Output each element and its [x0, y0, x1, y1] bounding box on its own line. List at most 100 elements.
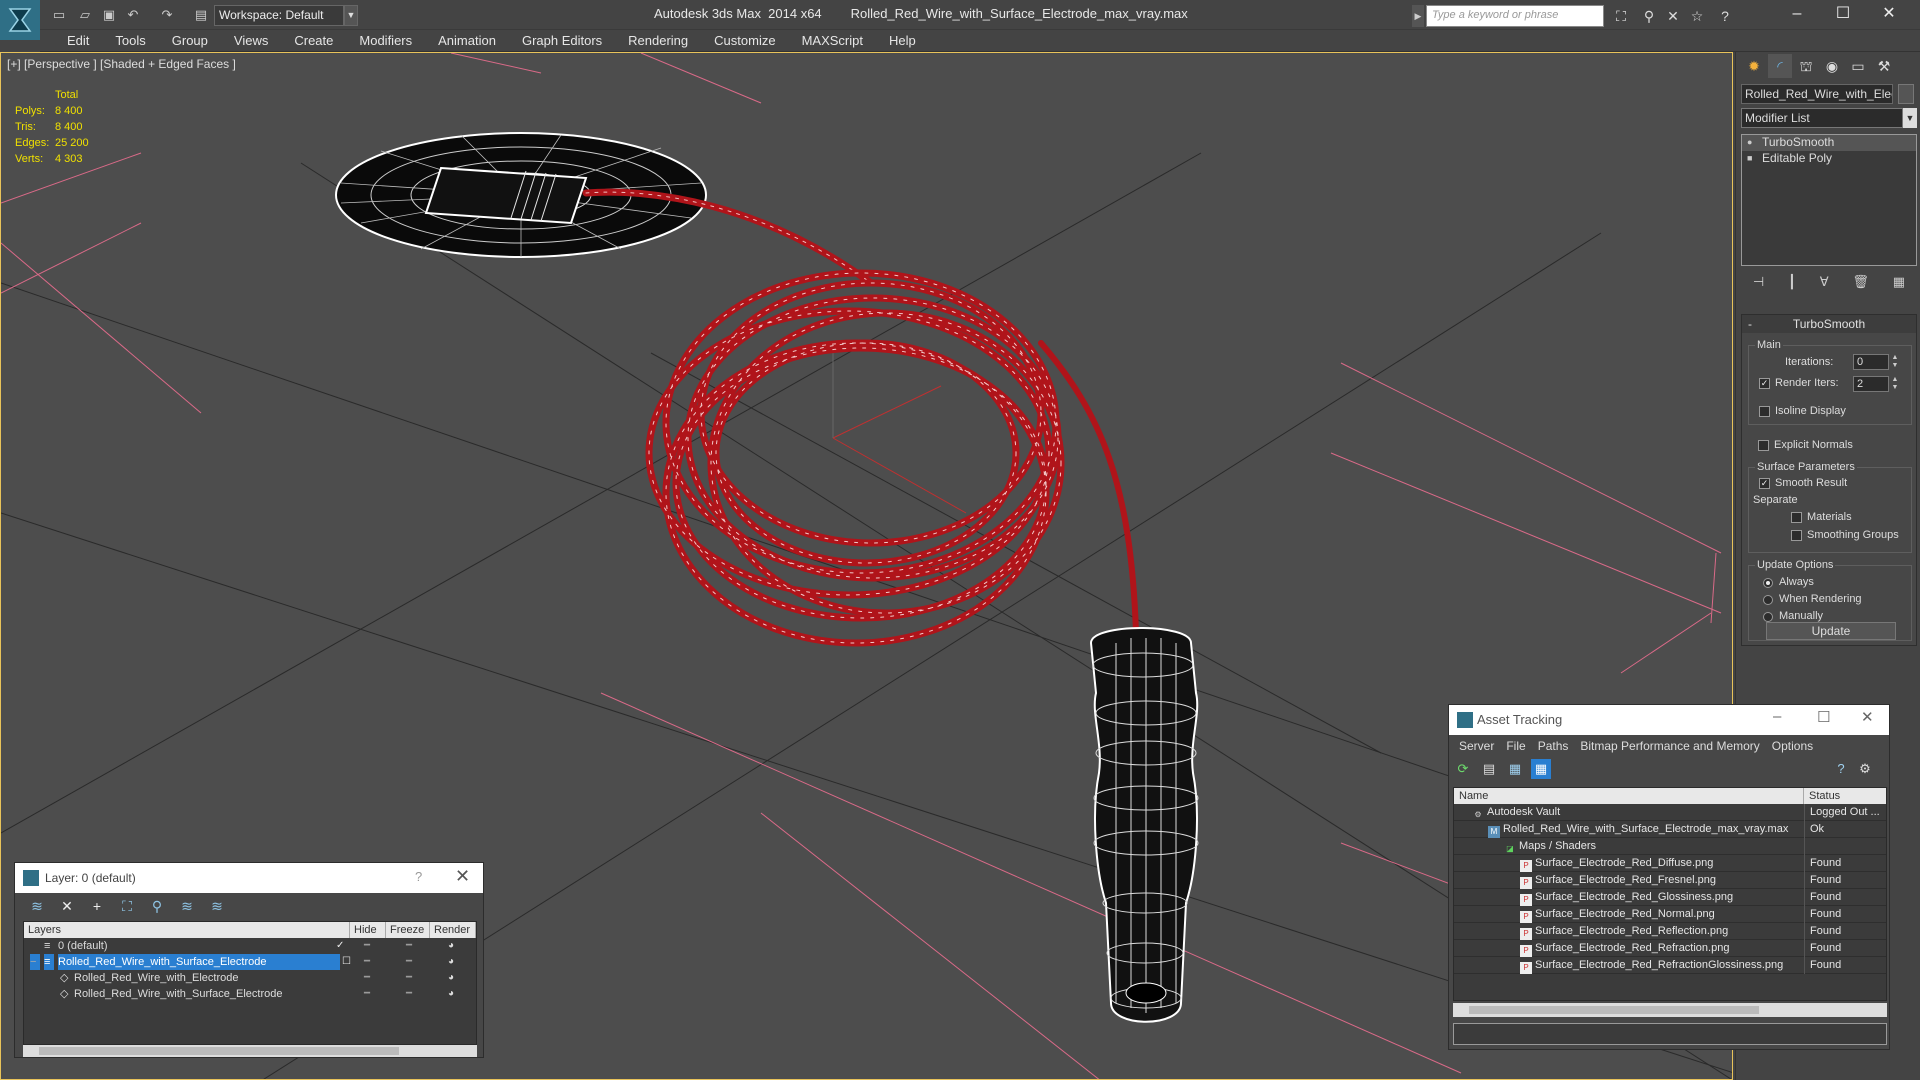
close-button[interactable]: ✕ — [1861, 708, 1874, 726]
stack-item-editable-poly[interactable]: ■ Editable Poly — [1742, 151, 1916, 167]
menu-modifiers[interactable]: Modifiers — [346, 30, 425, 51]
pin-stack-icon[interactable]: ⊣ — [1753, 274, 1764, 292]
object-color-swatch[interactable] — [1898, 84, 1914, 104]
app-logo-icon[interactable] — [0, 0, 40, 40]
asset-row[interactable]: P Surface_Electrode_Red_Fresnel.png Found — [1454, 872, 1886, 889]
materials-checkbox[interactable] — [1791, 512, 1802, 523]
freeze-all-layers-icon[interactable]: ≋ — [207, 896, 227, 916]
workspace-select[interactable]: Workspace: Default — [214, 5, 344, 26]
help-icon[interactable]: ? — [1716, 7, 1734, 25]
menu-maxscript[interactable]: MAXScript — [789, 30, 876, 51]
asset-name[interactable]: ⚙ Autodesk Vault — [1472, 804, 1560, 821]
column-header-freeze[interactable]: Freeze — [386, 922, 430, 938]
layer-row[interactable]: − ≡ Rolled_Red_Wire_with_Surface_Electro… — [24, 954, 476, 970]
object-name[interactable]: Rolled_Red_Wire_with_Surface_Electrode — [74, 986, 287, 1002]
when-rendering-radio[interactable] — [1763, 595, 1773, 605]
freeze-toggle[interactable]: ━ — [406, 986, 412, 1002]
freeze-toggle[interactable]: ━ — [406, 954, 412, 970]
freeze-toggle[interactable]: ━ — [406, 938, 412, 954]
freeze-toggle[interactable]: ━ — [406, 970, 412, 986]
menu-group[interactable]: Group — [159, 30, 221, 51]
redo-icon[interactable]: ↷ — [158, 6, 176, 24]
horizontal-scrollbar[interactable] — [23, 1045, 477, 1057]
hide-toggle[interactable]: ━ — [364, 938, 370, 954]
stack-item-turbosmooth[interactable]: ● TurboSmooth — [1742, 135, 1916, 151]
render-teapot-icon[interactable]: ◕ — [448, 970, 454, 986]
asset-name[interactable]: ◪ Maps / Shaders — [1504, 838, 1596, 855]
asset-name[interactable]: P Surface_Electrode_Red_RefractionGlossin… — [1520, 957, 1783, 974]
active-layer-check-icon[interactable]: ✓ — [336, 938, 344, 954]
menu-server[interactable]: Server — [1453, 735, 1500, 757]
subscription-icon[interactable]: ⚲ — [1640, 7, 1658, 25]
menu-graph-editors[interactable]: Graph Editors — [509, 30, 615, 51]
utilities-tab-icon[interactable]: ⚒ — [1872, 54, 1896, 78]
binoculars-icon[interactable]: ⛶ — [1612, 7, 1630, 25]
update-button[interactable]: Update — [1766, 622, 1896, 640]
asset-row[interactable]: ⚙ Autodesk Vault Logged Out ... — [1454, 804, 1886, 821]
rollout-title[interactable]: - TurboSmooth — [1742, 315, 1916, 333]
close-button[interactable]: ✕ — [1866, 0, 1912, 30]
new-file-icon[interactable]: ▭ — [50, 6, 68, 24]
render-teapot-icon[interactable]: ◕ — [448, 954, 454, 970]
open-file-icon[interactable]: ▱ — [76, 6, 94, 24]
render-iters-checkbox[interactable]: ✓ — [1759, 378, 1770, 389]
project-folder-icon[interactable]: ▤ — [192, 6, 210, 24]
chevron-down-icon[interactable]: ▼ — [1903, 108, 1917, 128]
asset-name[interactable]: M Rolled_Red_Wire_with_Surface_Electrode_… — [1488, 821, 1788, 838]
active-layer-box-icon[interactable]: ☐ — [342, 954, 351, 970]
hierarchy-tab-icon[interactable]: ⛫ — [1794, 54, 1818, 78]
spinner-arrows-icon[interactable]: ▲ ▼ — [1891, 376, 1899, 392]
maximize-button[interactable]: ☐ — [1820, 0, 1866, 30]
close-icon[interactable]: ✕ — [455, 866, 470, 887]
modify-tab-icon[interactable]: ◜ — [1768, 54, 1792, 78]
column-header-hide[interactable]: Hide — [350, 922, 386, 938]
object-name[interactable]: Rolled_Red_Wire_with_Electrode — [74, 970, 242, 986]
menu-help[interactable]: Help — [876, 30, 929, 51]
layer-name[interactable]: Rolled_Red_Wire_with_Surface_Electrode — [58, 954, 340, 970]
column-header-layers[interactable]: Layers — [24, 922, 350, 938]
layer-row[interactable]: ◇ Rolled_Red_Wire_with_Electrode ━ ━ ◕ — [24, 970, 476, 986]
create-layer-icon[interactable]: ≋ — [27, 896, 47, 916]
help-icon[interactable]: ? — [1831, 759, 1851, 779]
minimize-button[interactable]: – — [1774, 0, 1820, 30]
remove-modifier-icon[interactable]: 🗑 — [1852, 274, 1869, 292]
wire-connector-mesh[interactable] — [1089, 627, 1199, 1023]
viewport-label[interactable]: [+] [Perspective ] [Shaded + Edged Faces… — [7, 57, 236, 71]
column-header-render[interactable]: Render — [430, 922, 476, 938]
smooth-result-checkbox[interactable]: ✓ — [1759, 478, 1770, 489]
asset-row[interactable]: P Surface_Electrode_Red_Normal.png Found — [1454, 906, 1886, 923]
search-input[interactable]: Type a keyword or phrase — [1426, 5, 1604, 27]
minimize-button[interactable]: – — [1773, 708, 1781, 725]
add-to-layer-icon[interactable]: + — [87, 896, 107, 916]
highlight-layer-icon[interactable]: ⚲ — [147, 896, 167, 916]
favorites-star-icon[interactable]: ☆ — [1688, 7, 1706, 25]
modifier-list-dropdown[interactable]: Modifier List — [1741, 108, 1903, 128]
expand-plus-icon[interactable]: ■ — [1747, 153, 1757, 163]
collapse-icon[interactable]: − — [30, 954, 41, 970]
maximize-button[interactable]: ☐ — [1817, 708, 1830, 726]
asset-row[interactable]: ◪ Maps / Shaders — [1454, 838, 1886, 855]
hide-toggle[interactable]: ━ — [364, 970, 370, 986]
show-end-result-icon[interactable]: ┃ — [1788, 274, 1796, 292]
motion-tab-icon[interactable]: ◉ — [1820, 54, 1844, 78]
settings-icon[interactable]: ⚙ — [1855, 759, 1875, 779]
menu-bitmap-performance[interactable]: Bitmap Performance and Memory — [1574, 735, 1765, 757]
make-unique-icon[interactable]: ∀ — [1820, 274, 1829, 292]
hide-toggle[interactable]: ━ — [364, 954, 370, 970]
list-view-icon[interactable]: ▤ — [1479, 759, 1499, 779]
always-radio[interactable] — [1763, 578, 1773, 588]
scrollbar-thumb[interactable] — [39, 1047, 399, 1055]
menu-rendering[interactable]: Rendering — [615, 30, 701, 51]
explicit-normals-checkbox[interactable] — [1758, 440, 1769, 451]
menu-views[interactable]: Views — [221, 30, 281, 51]
asset-name[interactable]: P Surface_Electrode_Red_Normal.png — [1520, 906, 1715, 923]
render-teapot-icon[interactable]: ◕ — [448, 938, 454, 954]
menu-tools[interactable]: Tools — [102, 30, 158, 51]
column-header-name[interactable]: Name — [1454, 788, 1804, 804]
object-name-field[interactable]: Rolled_Red_Wire_with_Electr — [1741, 84, 1893, 104]
table-view-icon[interactable]: ▦ — [1531, 759, 1551, 779]
create-tab-icon[interactable]: ✹ — [1742, 54, 1766, 78]
display-tab-icon[interactable]: ▭ — [1846, 54, 1870, 78]
scrollbar-thumb[interactable] — [1469, 1006, 1759, 1014]
lightbulb-icon[interactable]: ● — [1747, 137, 1757, 147]
